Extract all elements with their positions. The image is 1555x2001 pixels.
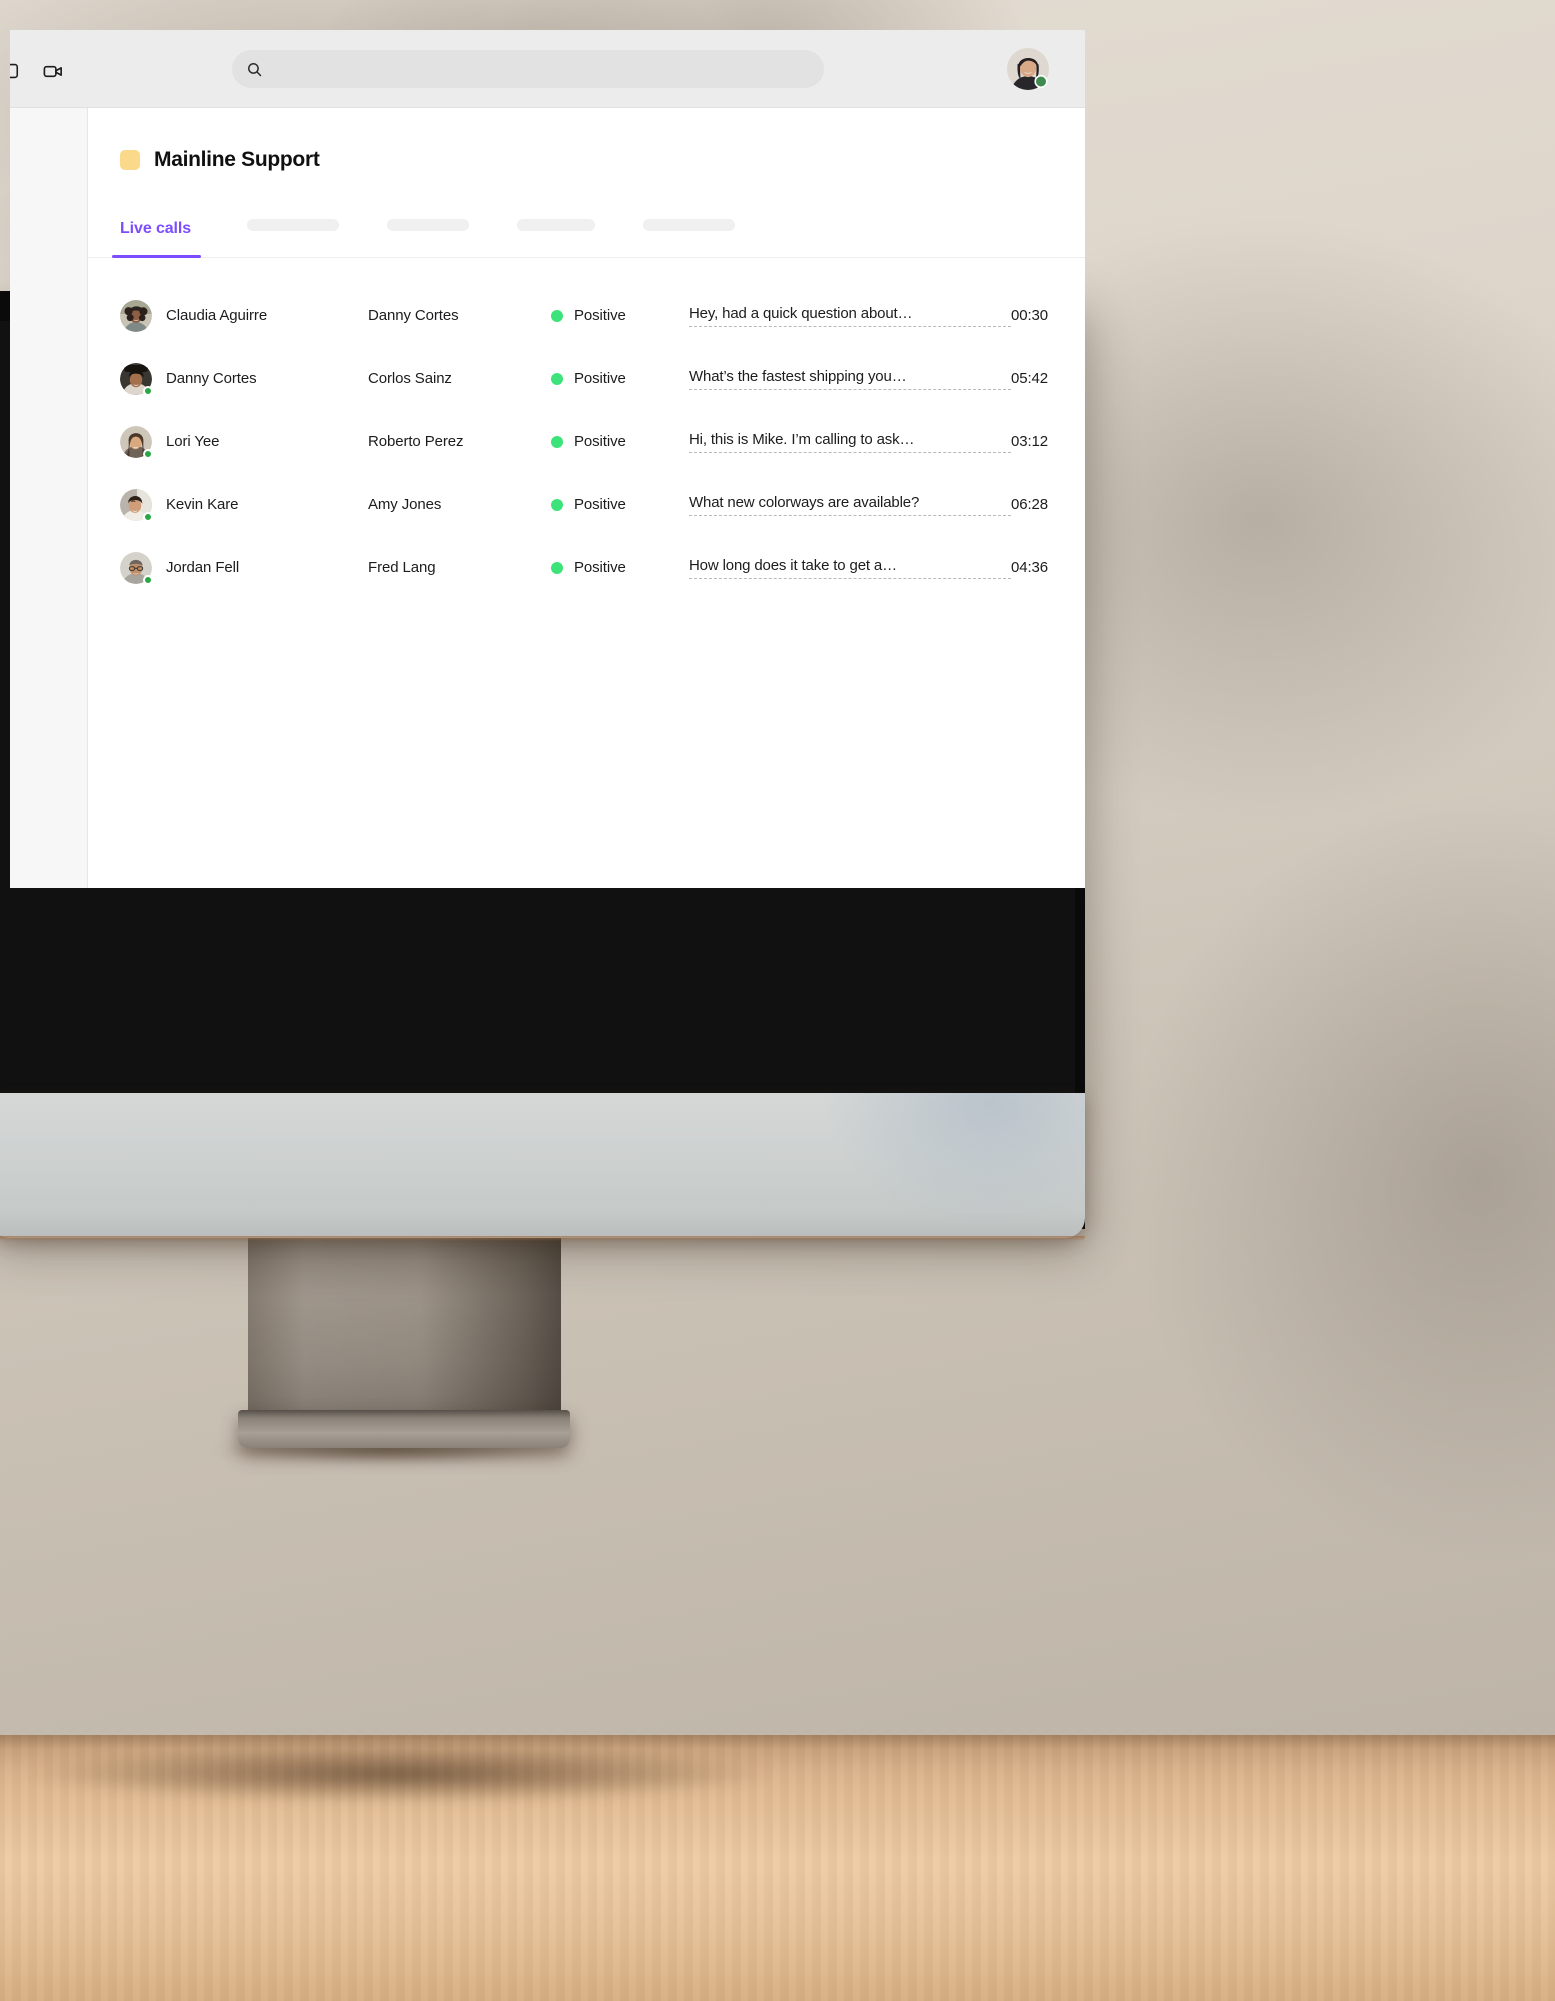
search-input[interactable] (263, 60, 824, 78)
tab-placeholder-pill (387, 219, 470, 231)
monitor-chin (0, 1093, 1085, 1241)
call-duration: 00:30 (1011, 307, 1049, 324)
tab-placeholder-1[interactable] (247, 211, 340, 253)
agent-name: Claudia Aguirre (166, 307, 268, 324)
monitor-stand-base (238, 1410, 570, 1448)
app-screen: Mainline Support Live calls Claudia Agui… (10, 30, 1085, 888)
sentiment-cell: Positive (551, 496, 689, 513)
call-duration: 06:28 (1011, 496, 1049, 513)
photo-scene: Mainline Support Live calls Claudia Agui… (0, 0, 1555, 2001)
message-preview: Hi, this is Mike. I’m calling to ask… (689, 431, 1011, 453)
agent-name: Kevin Kare (166, 496, 239, 513)
agent-cell: Danny Cortes (120, 362, 368, 396)
sentiment-label: Positive (574, 559, 626, 576)
agent-name: Jordan Fell (166, 559, 240, 576)
avatar (120, 551, 153, 585)
message-cell: What’s the fastest shipping you… (689, 368, 1011, 390)
table-row[interactable]: Jordan Fell Fred Lang Positive How long … (88, 536, 1085, 599)
customer-name: Fred Lang (368, 559, 436, 576)
left-sidebar-rail[interactable] (10, 108, 88, 888)
table-row[interactable]: Kevin Kare Amy Jones Positive What new c… (88, 473, 1085, 536)
sentiment-label: Positive (574, 433, 626, 450)
sentiment-cell: Positive (551, 307, 689, 324)
online-status-dot (143, 511, 153, 522)
monitor-stand-neck (248, 1228, 561, 1423)
avatar (120, 362, 153, 396)
search-icon (246, 61, 263, 78)
message-preview: What new colorways are available? (689, 494, 1011, 516)
main-content: Mainline Support Live calls Claudia Agui… (88, 108, 1085, 888)
customer-name: Corlos Sainz (368, 370, 452, 387)
call-duration: 04:36 (1011, 559, 1049, 576)
customer-name: Amy Jones (368, 496, 442, 513)
online-status-dot (143, 574, 153, 585)
account-avatar[interactable] (1007, 48, 1049, 90)
agent-cell: Jordan Fell (120, 551, 368, 585)
tab-placeholder-3[interactable] (517, 211, 596, 253)
message-preview: How long does it take to get a… (689, 557, 1011, 579)
sentiment-dot-icon (551, 309, 563, 322)
online-status-dot (143, 448, 153, 459)
page-title: Mainline Support (154, 148, 320, 171)
table-row[interactable]: Claudia Aguirre Danny Cortes Positive He… (88, 284, 1085, 347)
agent-cell: Claudia Aguirre (120, 299, 368, 332)
app-body: Mainline Support Live calls Claudia Agui… (10, 108, 1085, 888)
tab-placeholder-4[interactable] (643, 211, 736, 253)
tab-live-calls-label: Live calls (120, 220, 192, 237)
page-header: Mainline Support (88, 108, 1085, 172)
search-bar[interactable] (232, 50, 824, 88)
table-row[interactable]: Danny Cortes Corlos Sainz Positive What’… (88, 347, 1085, 410)
sidebar-toggle-icon[interactable] (10, 60, 20, 82)
message-preview: Hey, had a quick question about… (689, 305, 1011, 327)
video-camera-icon[interactable] (42, 60, 65, 83)
agent-cell: Lori Yee (120, 425, 368, 459)
desk-shadow (0, 1738, 1060, 1810)
customer-name: Roberto Perez (368, 433, 464, 450)
folder-swatch-icon (120, 150, 140, 170)
sentiment-label: Positive (574, 370, 626, 387)
sentiment-dot-icon (551, 561, 563, 574)
tab-placeholder-pill (247, 219, 340, 231)
agent-name: Lori Yee (166, 433, 220, 450)
sentiment-dot-icon (551, 372, 563, 385)
calls-table: Claudia Aguirre Danny Cortes Positive He… (88, 258, 1085, 599)
online-status-dot (143, 385, 153, 396)
call-duration: 05:42 (1011, 370, 1049, 387)
sentiment-label: Positive (574, 496, 626, 513)
message-cell: Hi, this is Mike. I’m calling to ask… (689, 431, 1011, 453)
agent-name: Danny Cortes (166, 370, 257, 387)
customer-name: Danny Cortes (368, 307, 459, 324)
message-cell: Hey, had a quick question about… (689, 305, 1011, 327)
avatar (120, 488, 153, 522)
message-cell: What new colorways are available? (689, 494, 1011, 516)
sentiment-dot-icon (551, 435, 563, 448)
sentiment-cell: Positive (551, 559, 689, 576)
sentiment-dot-icon (551, 498, 563, 511)
sentiment-label: Positive (574, 307, 626, 324)
tab-placeholder-pill (517, 219, 596, 231)
message-cell: How long does it take to get a… (689, 557, 1011, 579)
tab-placeholder-pill (643, 219, 736, 231)
message-preview: What’s the fastest shipping you… (689, 368, 1011, 390)
avatar (120, 425, 153, 459)
tab-bar: Live calls (88, 172, 1085, 258)
sentiment-cell: Positive (551, 433, 689, 450)
browser-toolbar (10, 30, 1085, 108)
call-duration: 03:12 (1011, 433, 1049, 450)
table-row[interactable]: Lori Yee Roberto Perez Positive Hi, this… (88, 410, 1085, 473)
agent-cell: Kevin Kare (120, 488, 368, 522)
tab-live-calls[interactable]: Live calls (111, 215, 202, 258)
avatar (120, 299, 152, 332)
sentiment-cell: Positive (551, 370, 689, 387)
tab-placeholder-2[interactable] (387, 211, 470, 253)
